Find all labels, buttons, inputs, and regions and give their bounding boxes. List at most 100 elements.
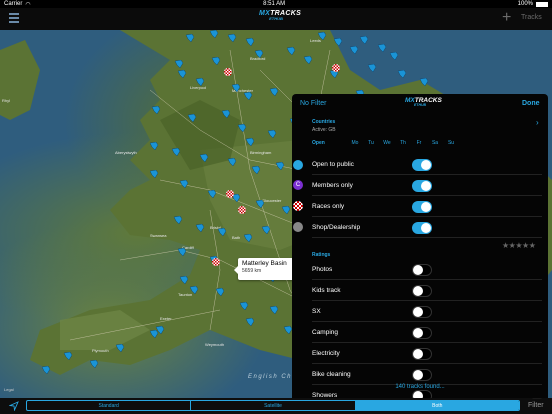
track-pin-icon[interactable] (64, 352, 72, 360)
track-pin-icon[interactable] (178, 248, 186, 256)
track-pin-icon[interactable] (180, 180, 188, 188)
filter-option-row[interactable]: Open to public (312, 155, 542, 175)
track-pin-icon[interactable] (190, 286, 198, 294)
race-pin-icon[interactable] (332, 64, 340, 72)
day-we[interactable]: We (379, 140, 395, 146)
track-pin-icon[interactable] (218, 228, 226, 236)
legal-link[interactable]: Legal (4, 387, 14, 392)
track-pin-icon[interactable] (246, 138, 254, 146)
no-filter-button[interactable]: No Filter (300, 100, 326, 107)
filter-toggle[interactable] (412, 222, 432, 234)
filter-option-row[interactable]: Shop/Dealership (312, 218, 542, 238)
countries-row[interactable]: Countries Active: GB (312, 119, 336, 133)
track-pin-icon[interactable] (282, 206, 290, 214)
track-pin-icon[interactable] (90, 360, 98, 368)
filter-option-row[interactable]: SX (312, 302, 542, 322)
track-pin-icon[interactable] (228, 158, 236, 166)
race-pin-icon[interactable] (224, 68, 232, 76)
track-pin-icon[interactable] (334, 38, 342, 46)
filter-option-row[interactable]: Races only (312, 197, 542, 217)
track-pin-icon[interactable] (186, 34, 194, 42)
race-pin-icon[interactable] (212, 258, 220, 266)
track-pin-icon[interactable] (150, 142, 158, 150)
track-pin-icon[interactable] (270, 306, 278, 314)
filter-toggle[interactable] (412, 159, 432, 171)
track-pin-icon[interactable] (216, 288, 224, 296)
track-pin-icon[interactable] (252, 166, 260, 174)
filter-option-row[interactable]: Kids track (312, 281, 542, 301)
track-pin-icon[interactable] (180, 276, 188, 284)
track-pin-icon[interactable] (287, 47, 295, 55)
filter-option-row[interactable]: Camping (312, 323, 542, 343)
track-pin-icon[interactable] (172, 148, 180, 156)
filter-toggle[interactable] (412, 201, 432, 213)
track-pin-icon[interactable] (200, 154, 208, 162)
filter-option-row[interactable]: Photos (312, 260, 542, 280)
track-pin-icon[interactable] (284, 326, 292, 334)
track-pin-icon[interactable] (398, 70, 406, 78)
day-fr[interactable]: Fr (411, 140, 427, 146)
track-pin-icon[interactable] (175, 60, 183, 68)
done-button[interactable]: Done (522, 100, 540, 107)
segment-both[interactable]: Both (355, 401, 519, 410)
track-pin-icon[interactable] (150, 170, 158, 178)
filter-toggle[interactable] (412, 327, 432, 339)
filter-toggle[interactable] (412, 285, 432, 297)
filter-option-row[interactable]: Members only (312, 176, 542, 196)
track-pin-icon[interactable] (152, 106, 160, 114)
track-pin-icon[interactable] (156, 326, 164, 334)
track-pin-icon[interactable] (232, 84, 240, 92)
filter-toggle[interactable] (412, 264, 432, 276)
hamburger-icon[interactable] (9, 13, 19, 23)
track-pin-icon[interactable] (390, 52, 398, 60)
map-type-segmented-control[interactable]: Standard Satellite Both (26, 400, 520, 411)
track-pin-icon[interactable] (276, 162, 284, 170)
track-pin-icon[interactable] (196, 224, 204, 232)
filter-toggle[interactable] (412, 180, 432, 192)
filter-option-row[interactable]: Bike cleaning (312, 365, 542, 385)
segment-satellite[interactable]: Satellite (191, 401, 356, 410)
track-pin-icon[interactable] (210, 30, 218, 38)
day-th[interactable]: Th (395, 140, 411, 146)
race-pin-icon[interactable] (226, 190, 234, 198)
track-pin-icon[interactable] (42, 366, 50, 374)
plus-icon[interactable]: + (502, 10, 516, 26)
track-pin-icon[interactable] (222, 110, 230, 118)
track-pin-icon[interactable] (178, 70, 186, 78)
track-pin-icon[interactable] (174, 216, 182, 224)
location-arrow-icon[interactable] (9, 401, 19, 411)
track-pin-icon[interactable] (240, 302, 248, 310)
race-pin-icon[interactable] (238, 206, 246, 214)
tracks-button[interactable]: Tracks (521, 14, 542, 21)
track-pin-icon[interactable] (244, 92, 252, 100)
filter-toggle[interactable] (412, 390, 432, 398)
track-pin-icon[interactable] (378, 44, 386, 52)
track-pin-icon[interactable] (268, 130, 276, 138)
filter-toggle[interactable] (412, 348, 432, 360)
track-pin-icon[interactable] (318, 32, 326, 40)
rating-stars[interactable]: ★★★★★ (502, 241, 536, 250)
day-su[interactable]: Su (443, 140, 459, 146)
track-pin-icon[interactable] (188, 114, 196, 122)
day-sa[interactable]: Sa (427, 140, 443, 146)
filter-button[interactable]: Filter (528, 402, 544, 409)
track-pin-icon[interactable] (244, 234, 252, 242)
filter-option-row[interactable]: Electricity (312, 344, 542, 364)
chevron-right-icon[interactable]: › (536, 118, 539, 127)
track-pin-icon[interactable] (212, 57, 220, 65)
track-pin-icon[interactable] (255, 50, 263, 58)
track-pin-icon[interactable] (350, 46, 358, 54)
track-pin-icon[interactable] (304, 56, 312, 64)
filter-toggle[interactable] (412, 369, 432, 381)
track-pin-icon[interactable] (420, 78, 428, 86)
track-pin-icon[interactable] (196, 78, 204, 86)
track-pin-icon[interactable] (256, 200, 264, 208)
day-tu[interactable]: Tu (363, 140, 379, 146)
track-pin-icon[interactable] (270, 88, 278, 96)
track-pin-icon[interactable] (238, 124, 246, 132)
track-callout[interactable]: Matterley Basin 5659 km (234, 258, 294, 280)
track-pin-icon[interactable] (208, 190, 216, 198)
segment-standard[interactable]: Standard (27, 401, 192, 410)
track-pin-icon[interactable] (368, 64, 376, 72)
day-mo[interactable]: Mo (347, 140, 363, 146)
